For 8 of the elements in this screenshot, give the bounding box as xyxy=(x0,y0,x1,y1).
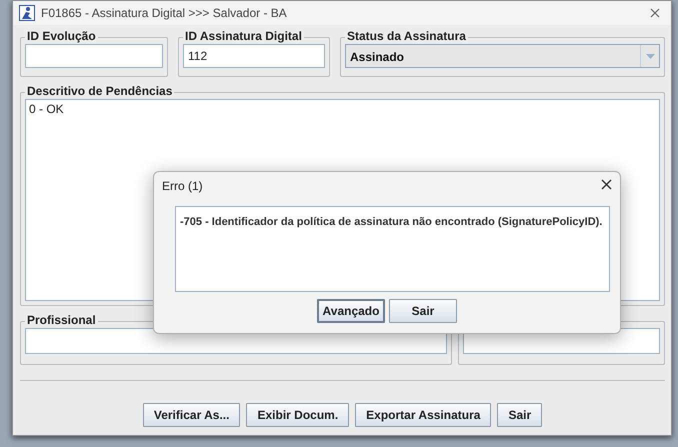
dialog-title: Erro (1) xyxy=(162,179,204,193)
group-label: Profissional xyxy=(25,313,98,327)
window-title: F01865 - Assinatura Digital >>> Salvador - BA xyxy=(41,6,288,20)
group-label: Status da Assinatura xyxy=(345,29,468,43)
group-label: Descritivo de Pendências xyxy=(25,84,174,98)
group-label: ID Assinatura Digital xyxy=(183,29,304,43)
group-label: ID Evolução xyxy=(25,29,98,43)
message-area: -705 - Identificador da política de assinatura não encontrado (SignaturePolicyID). xyxy=(175,206,610,292)
